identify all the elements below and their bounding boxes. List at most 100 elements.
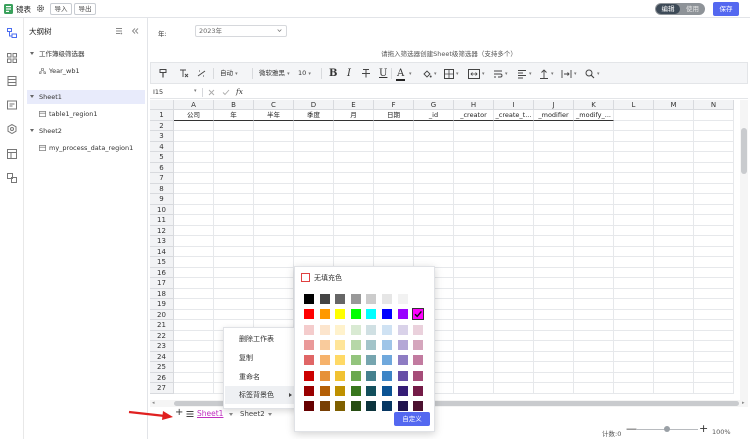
column-header[interactable]: F (374, 100, 414, 110)
column-header[interactable]: D (294, 100, 334, 110)
grid-cell[interactable] (214, 288, 254, 299)
grid-cell[interactable] (654, 351, 694, 362)
grid-cell[interactable] (454, 162, 494, 173)
grid-cell[interactable] (174, 215, 214, 226)
vertical-scrollbar[interactable] (740, 100, 748, 400)
hexagon-icon[interactable] (7, 124, 17, 134)
color-swatch[interactable] (382, 370, 392, 381)
grid-cell[interactable] (454, 288, 494, 299)
row-header[interactable]: 12 (150, 225, 174, 236)
grid-cell[interactable] (534, 141, 574, 152)
field-icon[interactable] (7, 100, 17, 110)
bold-button[interactable]: B (329, 67, 337, 80)
grid-cell[interactable] (614, 120, 654, 131)
grid-cell[interactable] (574, 194, 614, 205)
clear-format-icon[interactable] (179, 69, 189, 78)
grid-cell[interactable] (694, 173, 734, 184)
grid-cell[interactable] (614, 320, 654, 331)
grid-cell[interactable] (534, 299, 574, 310)
no-fill-swatch[interactable] (301, 273, 310, 282)
column-header[interactable]: L (614, 100, 654, 110)
grid-cell[interactable] (254, 299, 294, 310)
grid-cell[interactable] (654, 288, 694, 299)
grid-cell[interactable] (694, 183, 734, 194)
grid-cell[interactable] (214, 267, 254, 278)
fill-color-icon[interactable] (422, 69, 432, 79)
grid-cell[interactable] (574, 246, 614, 257)
grid-cell[interactable] (534, 320, 574, 331)
grid-cell[interactable] (214, 120, 254, 131)
outline-group-sheet2[interactable]: Sheet2 (27, 124, 145, 138)
grid-cell[interactable] (654, 267, 694, 278)
grid-cell[interactable] (534, 278, 574, 289)
color-swatch[interactable] (366, 309, 377, 320)
color-swatch[interactable] (382, 309, 392, 320)
grid-cell[interactable] (414, 194, 454, 205)
grid-cell[interactable] (534, 204, 574, 215)
grid-cell[interactable] (574, 330, 614, 341)
color-swatch[interactable] (304, 339, 314, 350)
grid-cell[interactable] (494, 183, 534, 194)
grid-cell[interactable] (214, 246, 254, 257)
number-format-icon[interactable] (197, 69, 206, 78)
grid-cell[interactable] (494, 330, 534, 341)
grid-cell[interactable] (374, 183, 414, 194)
color-swatch[interactable] (397, 401, 408, 412)
grid-cell[interactable] (254, 131, 294, 142)
grid-cell[interactable] (534, 309, 574, 320)
sheet-icon[interactable] (7, 76, 17, 86)
color-swatch[interactable] (413, 370, 424, 381)
row-header[interactable]: 2 (150, 120, 174, 131)
cell-ref-dropdown-icon[interactable]: ▾ (194, 88, 197, 94)
grid-cell[interactable]: 公司 (174, 110, 214, 121)
grid-cell[interactable] (614, 299, 654, 310)
grid-cell[interactable] (654, 131, 694, 142)
row-header[interactable]: 5 (150, 152, 174, 163)
row-header[interactable]: 25 (150, 362, 174, 373)
grid-cell[interactable] (574, 372, 614, 383)
grid-cell[interactable] (174, 372, 214, 383)
grid-cell[interactable] (574, 152, 614, 163)
grid-cell[interactable] (454, 215, 494, 226)
color-swatch[interactable] (397, 339, 408, 350)
grid-cell[interactable] (534, 183, 574, 194)
dropdown-caret-icon[interactable]: ▾ (529, 71, 532, 77)
grid-cell[interactable] (454, 120, 494, 131)
grid-cell[interactable] (334, 141, 374, 152)
grid-cell[interactable] (614, 330, 654, 341)
grid-cell[interactable]: _id (414, 110, 454, 121)
column-header[interactable]: A (174, 100, 214, 110)
grid-cell[interactable] (694, 162, 734, 173)
grid-cell[interactable] (574, 341, 614, 352)
grid-cell[interactable] (374, 194, 414, 205)
grid-cell[interactable] (494, 351, 534, 362)
grid-cell[interactable] (174, 320, 214, 331)
grid-cell[interactable] (654, 362, 694, 373)
grid-cell[interactable] (694, 131, 734, 142)
column-header[interactable]: E (334, 100, 374, 110)
grid-cell[interactable] (374, 204, 414, 215)
grid-cell[interactable] (614, 278, 654, 289)
grid-cell[interactable] (494, 362, 534, 373)
grid-cell[interactable] (414, 173, 454, 184)
color-swatch[interactable] (382, 401, 392, 412)
grid-cell[interactable] (454, 225, 494, 236)
grid-cell[interactable] (654, 320, 694, 331)
row-header[interactable]: 17 (150, 278, 174, 289)
grid-cell[interactable] (214, 183, 254, 194)
row-header[interactable]: 4 (150, 141, 174, 152)
grid-cell[interactable] (654, 341, 694, 352)
grid-cell[interactable] (214, 173, 254, 184)
grid-cell[interactable] (534, 362, 574, 373)
grid-cell[interactable] (414, 131, 454, 142)
dropdown-caret-icon[interactable]: ▾ (456, 71, 459, 77)
layers-icon[interactable] (7, 173, 17, 183)
grid-cell[interactable] (694, 267, 734, 278)
font-size-select[interactable]: 10 ▾ (298, 67, 311, 80)
grid-cell[interactable] (534, 215, 574, 226)
grid-cell[interactable] (334, 183, 374, 194)
grid-cell[interactable] (494, 257, 534, 268)
grid-cell[interactable] (414, 152, 454, 163)
color-swatch[interactable] (366, 401, 377, 412)
font-family-select[interactable]: 微软雅黑 ▾ (259, 67, 290, 80)
